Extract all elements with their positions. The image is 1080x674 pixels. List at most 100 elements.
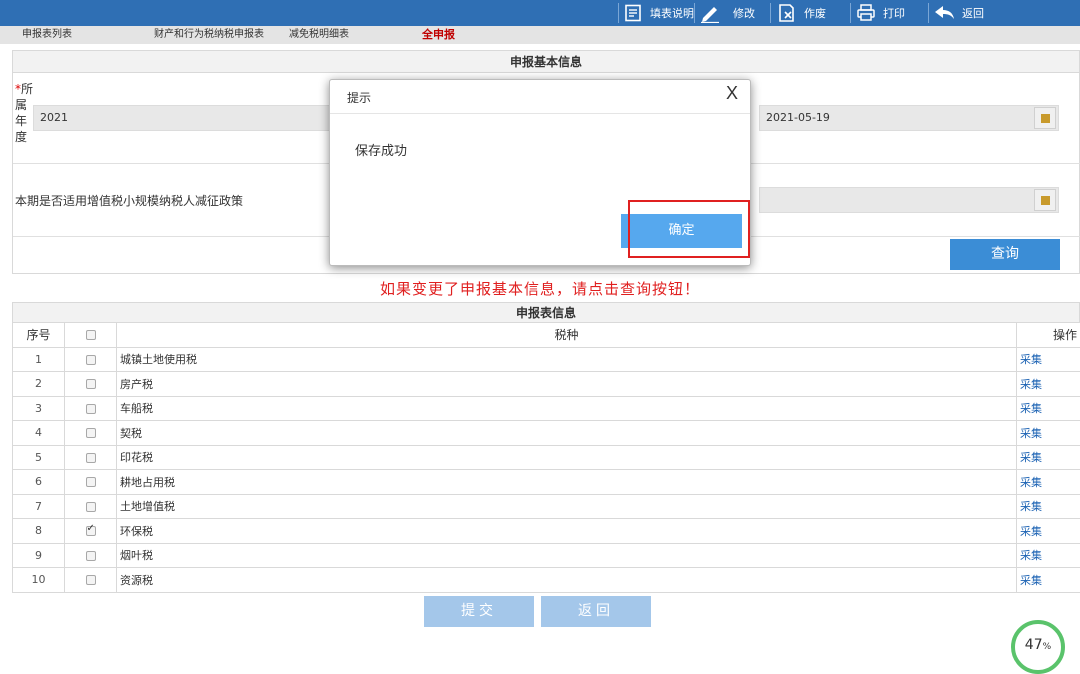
table-body: 1城镇土地使用税采集2房产税采集3车船税采集4契税采集5印花税采集6耕地占用税采… <box>13 347 1080 592</box>
row-action-link[interactable]: 采集 <box>1017 543 1080 568</box>
row-tax-type: 烟叶税 <box>117 543 1017 568</box>
row-check-cell <box>65 347 117 372</box>
tab-bar: 申报表列表 财产和行为税纳税申报表 减免税明细表 全申报 <box>0 26 1080 44</box>
table-row: 10资源税采集 <box>13 568 1080 593</box>
dialog-title: 提示 <box>347 89 371 106</box>
query-button[interactable]: 查询 <box>950 239 1060 270</box>
policy-select[interactable] <box>759 187 1059 213</box>
modify-label: 修改 <box>733 5 755 21</box>
tab-declaration-list[interactable]: 申报表列表 <box>22 26 72 44</box>
row-checkbox[interactable] <box>86 502 96 512</box>
table-row: 1 城镇土地使用税采集 <box>13 347 1080 372</box>
row-action-link[interactable]: 采集 <box>1017 396 1080 421</box>
row-tax-type: 环保税 <box>117 519 1017 544</box>
year-input[interactable]: 2021 <box>33 105 353 131</box>
row-action-link[interactable]: 采集 <box>1017 445 1080 470</box>
toolbar-separator <box>850 3 851 23</box>
reply-arrow-icon <box>934 3 956 23</box>
toolbar-separator <box>694 3 695 23</box>
row-check-cell <box>65 568 117 593</box>
declaration-table-section: 申报表信息 序号 税种 操作 1城镇土地使用税采集2房产税采集3车船税采集4契税… <box>12 302 1080 593</box>
row-index: 1 <box>13 347 65 372</box>
table-row: 4 契税采集 <box>13 421 1080 446</box>
col-tax-type-header: 税种 <box>117 323 1017 348</box>
fill-guide-button[interactable]: 填表说明 <box>622 0 694 26</box>
row-checkbox[interactable] <box>86 428 96 438</box>
row-action-link[interactable]: 采集 <box>1017 421 1080 446</box>
bottom-back-button[interactable]: 返回 <box>541 596 651 627</box>
confirm-button[interactable]: 确定 <box>621 214 742 248</box>
select-all-checkbox[interactable] <box>86 330 96 340</box>
dialog-header: 提示 X <box>330 80 750 114</box>
col-index-header: 序号 <box>13 323 65 348</box>
printer-icon <box>855 3 877 23</box>
progress-indicator: 47% <box>1011 620 1065 674</box>
col-action-header: 操作 <box>1017 323 1080 348</box>
back-label: 返回 <box>962 5 984 21</box>
row-tax-type: 城镇土地使用税 <box>117 347 1017 372</box>
declaration-table-title: 申报表信息 <box>12 302 1080 322</box>
row-action-link[interactable]: 采集 <box>1017 519 1080 544</box>
row-index: 9 <box>13 543 65 568</box>
row-index: 7 <box>13 494 65 519</box>
row-index: 3 <box>13 396 65 421</box>
table-header-row: 序号 税种 操作 <box>13 323 1080 348</box>
calendar-icon[interactable] <box>1034 107 1056 129</box>
row-check-cell <box>65 372 117 397</box>
row-action-link[interactable]: 采集 <box>1017 347 1080 372</box>
back-button[interactable]: 返回 <box>934 0 984 26</box>
close-icon[interactable]: X <box>726 83 738 104</box>
toolbar-separator <box>770 3 771 23</box>
alert-dialog: 提示 X 保存成功 确定 <box>329 79 751 266</box>
row-index: 2 <box>13 372 65 397</box>
modify-button[interactable]: 修改 <box>699 0 755 26</box>
policy-label: 本期是否适用增值税小规模纳税人减征政策 <box>15 192 243 209</box>
row-check-cell <box>65 519 117 544</box>
declaration-table: 序号 税种 操作 1城镇土地使用税采集2房产税采集3车船税采集4契税采集5印花税… <box>12 322 1080 593</box>
calendar-icon[interactable] <box>1034 189 1056 211</box>
row-index: 4 <box>13 421 65 446</box>
row-checkbox[interactable] <box>86 575 96 585</box>
row-tax-type: 土地增值税 <box>117 494 1017 519</box>
row-checkbox[interactable] <box>86 526 96 536</box>
row-action-link[interactable]: 采集 <box>1017 494 1080 519</box>
row-action-link[interactable]: 采集 <box>1017 568 1080 593</box>
print-button[interactable]: 打印 <box>855 0 905 26</box>
toolbar-separator <box>618 3 619 23</box>
row-index: 5 <box>13 445 65 470</box>
row-checkbox[interactable] <box>86 355 96 365</box>
row-action-link[interactable]: 采集 <box>1017 372 1080 397</box>
year-label: *所 属 年 度 <box>15 81 33 145</box>
tab-tax-reduction-detail[interactable]: 减免税明细表 <box>289 26 349 44</box>
tab-full-declaration[interactable]: 全申报 <box>422 26 455 44</box>
table-row: 2 房产税采集 <box>13 372 1080 397</box>
row-tax-type: 房产税 <box>117 372 1017 397</box>
row-tax-type: 契税 <box>117 421 1017 446</box>
row-checkbox[interactable] <box>86 477 96 487</box>
basic-info-title: 申报基本信息 <box>13 51 1079 73</box>
row-checkbox[interactable] <box>86 379 96 389</box>
row-action-link[interactable]: 采集 <box>1017 470 1080 495</box>
tab-property-behavior-tax[interactable]: 财产和行为税纳税申报表 <box>154 26 264 44</box>
table-row: 7 土地增值税采集 <box>13 494 1080 519</box>
row-check-cell <box>65 543 117 568</box>
row-tax-type: 印花税 <box>117 445 1017 470</box>
row-check-cell <box>65 421 117 446</box>
row-checkbox[interactable] <box>86 551 96 561</box>
table-row: 9 烟叶税采集 <box>13 543 1080 568</box>
row-check-cell <box>65 494 117 519</box>
change-hint: 如果变更了申报基本信息，请点击查询按钮！ <box>0 278 1080 299</box>
row-checkbox[interactable] <box>86 453 96 463</box>
col-check-header <box>65 323 117 348</box>
row-checkbox[interactable] <box>86 404 96 414</box>
void-button[interactable]: 作废 <box>776 0 826 26</box>
date-input[interactable]: 2021-05-19 <box>759 105 1059 131</box>
row-check-cell <box>65 396 117 421</box>
submit-button[interactable]: 提交 <box>424 596 534 627</box>
row-check-cell <box>65 470 117 495</box>
table-row: 3 车船税采集 <box>13 396 1080 421</box>
void-label: 作废 <box>804 5 826 21</box>
row-tax-type: 车船税 <box>117 396 1017 421</box>
fill-guide-label: 填表说明 <box>650 5 694 21</box>
dialog-message: 保存成功 <box>355 140 407 159</box>
